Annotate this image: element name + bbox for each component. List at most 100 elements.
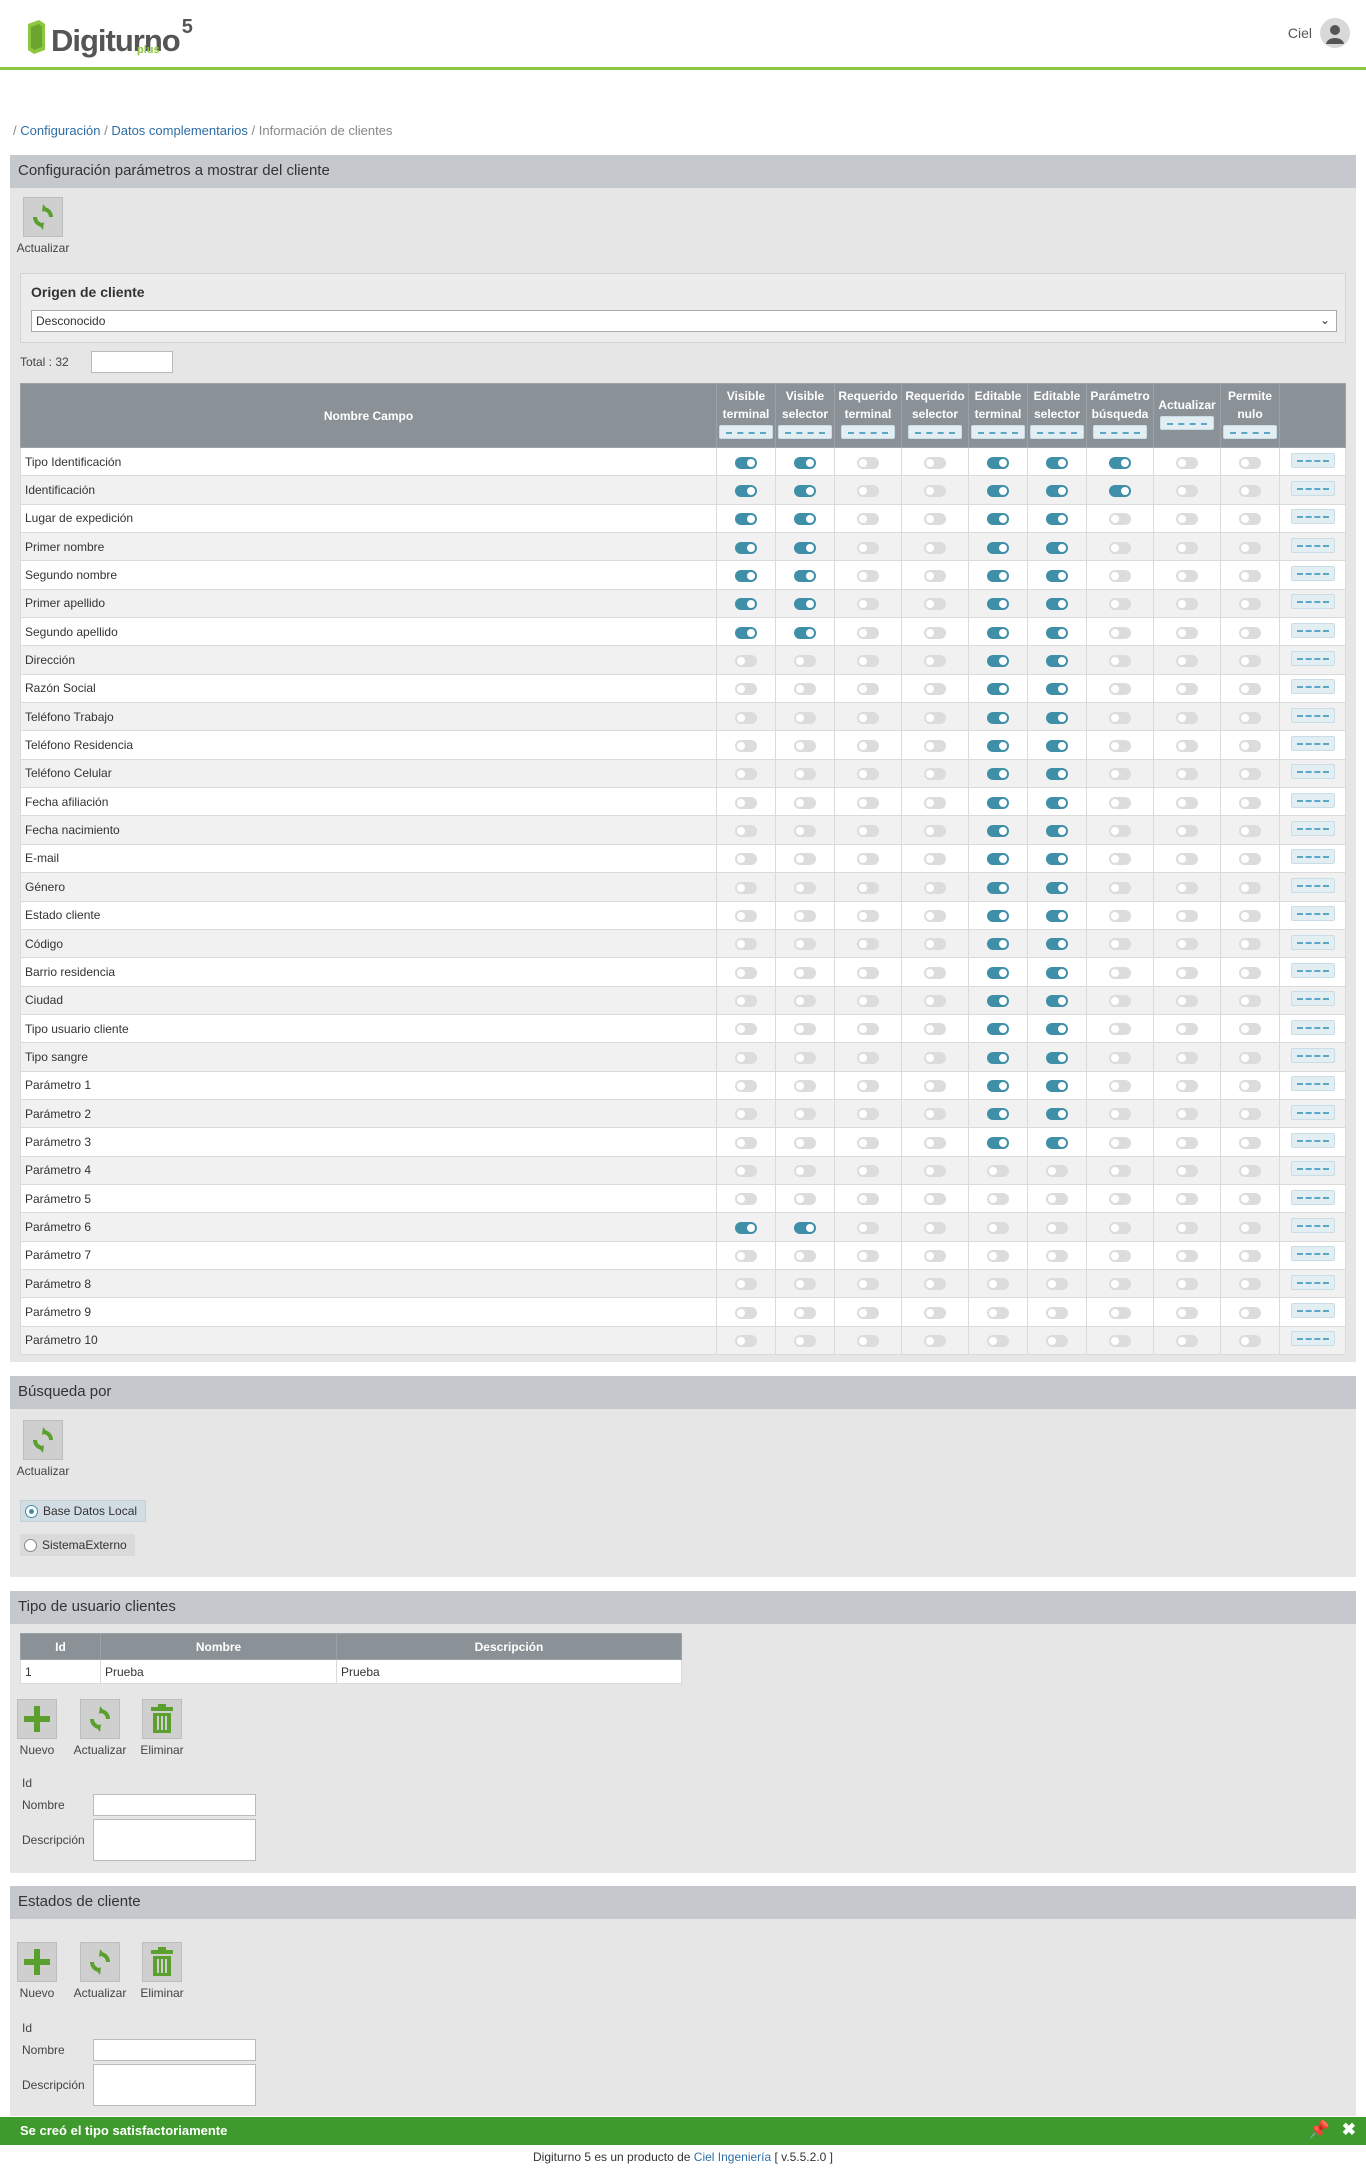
toggle-switch[interactable] [987,1250,1009,1263]
row-options-icon[interactable] [1290,707,1335,723]
toggle-switch[interactable] [1239,824,1261,837]
row-options-icon[interactable] [1290,1331,1335,1347]
toggle-switch[interactable] [1109,1250,1131,1263]
toggle-switch[interactable] [735,626,757,639]
toggle-switch[interactable] [1109,1080,1131,1093]
toggle-switch[interactable] [857,768,879,781]
table-row[interactable]: Tipo usuario cliente [20,1013,1346,1044]
col-header[interactable]: Requerido selector [901,383,969,448]
toggle-switch[interactable] [1046,796,1068,809]
row-options-icon[interactable] [1290,509,1335,525]
toggle-switch[interactable] [1239,995,1261,1008]
toggle-switch[interactable] [1176,598,1198,611]
toggle-switch[interactable] [1109,1193,1131,1206]
toggle-switch[interactable] [987,1306,1009,1319]
toggle-switch[interactable] [857,711,879,724]
toggle-switch[interactable] [924,1335,946,1348]
toggle-switch[interactable] [735,569,757,582]
table-row[interactable]: E-mail [20,843,1346,874]
row-options-icon[interactable] [1290,537,1335,553]
toggle-switch[interactable] [857,1250,879,1263]
toggle-switch[interactable] [794,1193,816,1206]
table-row[interactable]: Parámetro 1 [20,1070,1346,1100]
table-row[interactable]: Parámetro 2 [20,1098,1346,1129]
toggle-switch[interactable] [794,598,816,611]
toggle-switch[interactable] [735,1108,757,1121]
table-row[interactable]: Fecha afiliación [20,787,1346,817]
toggle-switch[interactable] [794,995,816,1008]
toggle-switch[interactable] [1239,1051,1261,1064]
toggle-switch[interactable] [924,456,946,469]
toggle-switch[interactable] [794,1278,816,1291]
delete-button[interactable]: Eliminar [136,1942,188,2000]
toggle-switch[interactable] [1239,711,1261,724]
col-header[interactable]: Editable selector [1027,383,1087,448]
table-row[interactable]: Dirección [20,645,1346,675]
toggle-switch[interactable] [1239,1165,1261,1178]
toggle-switch[interactable] [1239,768,1261,781]
toggle-switch[interactable] [987,654,1009,667]
toggle-switch[interactable] [1046,541,1068,554]
toggle-switch[interactable] [1046,711,1068,724]
toggle-switch[interactable] [1176,1193,1198,1206]
toggle-switch[interactable] [1046,1051,1068,1064]
toggle-switch[interactable] [1046,1136,1068,1149]
table-row[interactable]: 1 Prueba Prueba [20,1659,682,1684]
avatar-icon[interactable] [1320,18,1350,48]
toggle-switch[interactable] [794,683,816,696]
table-row[interactable]: Parámetro 3 [20,1127,1346,1157]
toggle-switch[interactable] [1176,541,1198,554]
toggle-switch[interactable] [735,1051,757,1064]
toggle-switch[interactable] [1109,1165,1131,1178]
toggle-switch[interactable] [1046,853,1068,866]
table-row[interactable]: Tipo Identificación [20,446,1346,477]
toggle-switch[interactable] [794,1335,816,1348]
toggle-switch[interactable] [1176,796,1198,809]
toggle-switch[interactable] [735,853,757,866]
app-logo[interactable]: Digiturno 5 plus [25,12,193,56]
table-row[interactable]: Código [20,928,1346,959]
row-options-icon[interactable] [1290,622,1335,638]
row-options-icon[interactable] [1290,1132,1335,1148]
toggle-switch[interactable] [735,513,757,526]
row-options-icon[interactable] [1290,594,1335,610]
toggle-switch[interactable] [924,1080,946,1093]
toggle-switch[interactable] [735,1306,757,1319]
toggle-switch[interactable] [735,739,757,752]
toggle-switch[interactable] [735,1250,757,1263]
toggle-switch[interactable] [857,966,879,979]
toggle-switch[interactable] [794,881,816,894]
row-options-icon[interactable] [1290,1019,1335,1035]
toggle-switch[interactable] [1109,1108,1131,1121]
toggle-switch[interactable] [857,598,879,611]
toggle-switch[interactable] [1239,910,1261,922]
toggle-switch[interactable] [1239,938,1261,951]
toggle-switch[interactable] [987,598,1009,611]
toggle-switch[interactable] [857,1108,879,1121]
toggle-switch[interactable] [1046,910,1068,922]
toggle-switch[interactable] [857,938,879,951]
toggle-switch[interactable] [1176,1023,1198,1036]
search-refresh-button[interactable]: Actualizar [16,1420,70,1478]
toggle-switch[interactable] [1176,654,1198,667]
table-row[interactable]: Parámetro 10 [20,1325,1346,1356]
toggle-switch[interactable] [1239,1278,1261,1291]
toggle-switch[interactable] [987,938,1009,951]
toggle-switch[interactable] [924,1193,946,1206]
toggle-switch[interactable] [1046,881,1068,894]
toggle-switch[interactable] [924,626,946,639]
name-input[interactable] [93,1794,256,1816]
toggle-switch[interactable] [794,966,816,979]
toggle-switch[interactable] [924,966,946,979]
toggle-switch[interactable] [924,881,946,894]
column-filter-icon[interactable] [719,425,773,439]
toggle-switch[interactable] [987,1023,1009,1036]
toggle-switch[interactable] [794,1165,816,1178]
toggle-switch[interactable] [987,456,1009,469]
breadcrumb-configuracion[interactable]: Configuración [20,123,100,138]
toggle-switch[interactable] [735,1335,757,1348]
table-row[interactable]: Tipo sangre [20,1042,1346,1072]
toggle-switch[interactable] [987,711,1009,724]
toggle-switch[interactable] [735,1221,757,1234]
toggle-switch[interactable] [924,1108,946,1121]
